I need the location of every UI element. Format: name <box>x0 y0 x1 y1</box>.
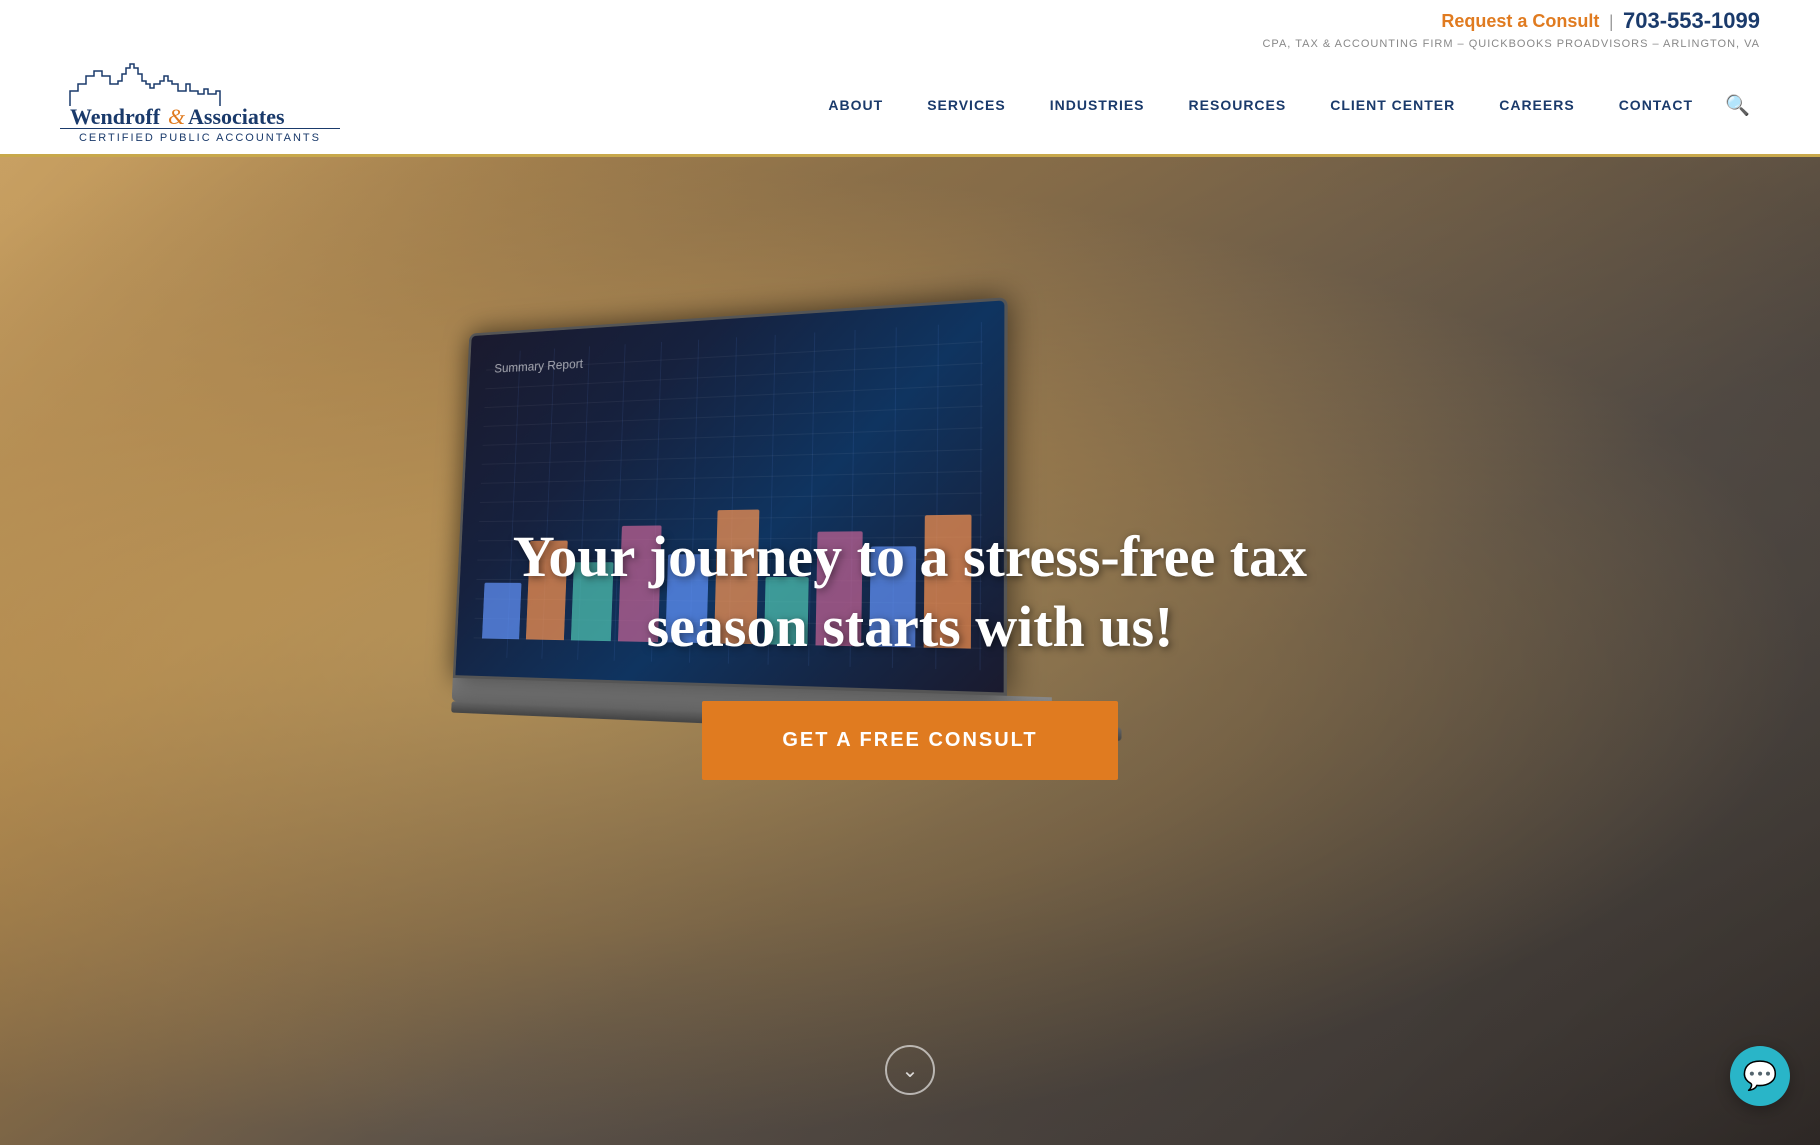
svg-text:Associates: Associates <box>188 104 285 126</box>
hero-content: Your journey to a stress-free tax season… <box>0 157 1820 1145</box>
logo-svg: Wendroff & Associates <box>60 56 340 126</box>
site-header: Request a Consult | 703-553-1099 CPA, TA… <box>0 0 1820 157</box>
svg-text:&: & <box>168 104 186 126</box>
consult-link[interactable]: Request a Consult <box>1441 11 1599 32</box>
scroll-down-button[interactable]: ⌄ <box>885 1045 935 1095</box>
svg-text:Wendroff: Wendroff <box>70 104 161 126</box>
nav-item-contact[interactable]: CONTACT <box>1597 67 1715 143</box>
header-bottom-bar: Wendroff & Associates CERTIFIED PUBLIC A… <box>0 56 1820 154</box>
firm-tagline: CPA, TAX & ACCOUNTING FIRM – QUICKBOOKS … <box>0 38 1820 56</box>
chevron-down-icon: ⌄ <box>902 1058 919 1083</box>
nav-item-services[interactable]: SERVICES <box>905 67 1028 143</box>
header-top-bar: Request a Consult | 703-553-1099 <box>0 0 1820 38</box>
hero-title: Your journey to a stress-free tax season… <box>460 522 1360 661</box>
search-icon[interactable]: 🔍 <box>1715 63 1760 148</box>
chat-icon: 💬 <box>1743 1059 1778 1093</box>
nav-item-about[interactable]: ABOUT <box>806 67 905 143</box>
header-divider: | <box>1609 11 1613 32</box>
nav-item-resources[interactable]: RESOURCES <box>1167 67 1309 143</box>
logo-area[interactable]: Wendroff & Associates CERTIFIED PUBLIC A… <box>60 56 340 154</box>
hero-section: Your journey to a stress-free tax season… <box>0 157 1820 1145</box>
phone-number: 703-553-1099 <box>1623 8 1760 34</box>
nav-item-client-center[interactable]: CLIENT CENTER <box>1308 67 1477 143</box>
cta-button[interactable]: GET A FREE CONSULT <box>702 701 1117 780</box>
main-nav: ABOUT SERVICES INDUSTRIES RESOURCES CLIE… <box>806 63 1760 148</box>
chat-bubble-button[interactable]: 💬 <box>1730 1046 1790 1106</box>
nav-item-industries[interactable]: INDUSTRIES <box>1028 67 1167 143</box>
logo-subtitle: CERTIFIED PUBLIC ACCOUNTANTS <box>60 128 340 144</box>
nav-item-careers[interactable]: CAREERS <box>1477 67 1596 143</box>
